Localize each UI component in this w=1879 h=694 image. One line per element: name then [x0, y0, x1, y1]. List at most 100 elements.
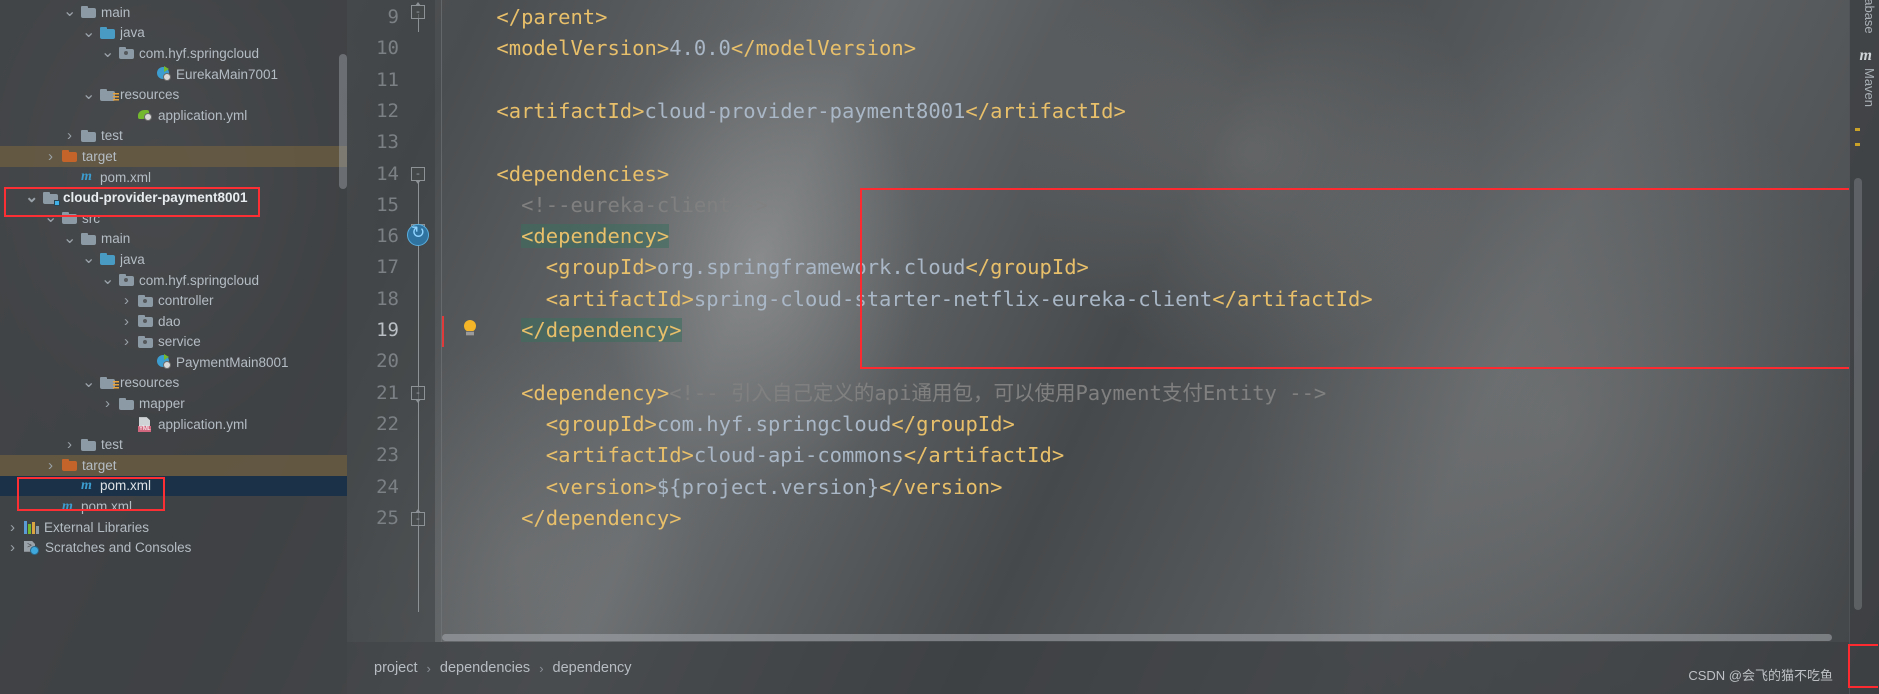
tree-item-com-hyf-springcloud[interactable]: ⌄ com.hyf.springcloud [0, 43, 347, 64]
chevron-right-icon[interactable]: › [44, 149, 57, 164]
tree-item-paymentmain8001[interactable]: PaymentMain8001 [0, 352, 347, 373]
tree-item-resources[interactable]: ⌄ resources [0, 84, 347, 105]
code-line-18[interactable]: 18 <artifactId>spring-cloud-starter-netfl… [347, 284, 1849, 315]
code-line-22[interactable]: 22 <groupId>com.hyf.springcloud</groupId> [347, 409, 1849, 440]
tree-item-scratches-and-consoles[interactable]: › > Scratches and Consoles [0, 537, 347, 558]
tree-item-label: External Libraries [44, 519, 150, 535]
code-line-15[interactable]: 15 <!--eureka-client--> [347, 190, 1849, 221]
chevron-right-icon[interactable]: › [6, 540, 19, 555]
breadcrumb-item-dependency[interactable]: dependency [553, 660, 632, 676]
code-token-tag: <artifactId> [545, 443, 694, 468]
project-tree-scrollbar[interactable] [339, 54, 347, 189]
code-editor[interactable]: - - - - - 9</parent>10<modelVersion>4.0.… [347, 0, 1849, 694]
warning-stripe-1[interactable] [1855, 128, 1860, 131]
tree-item-cloud-provider-payment8001[interactable]: ⌄ cloud-provider-payment8001 [0, 187, 347, 208]
tree-item-application-yml[interactable]: application.yml [0, 105, 347, 126]
chevron-right-icon[interactable]: › [6, 520, 19, 535]
code-token-tag: </parent> [496, 5, 608, 29]
chevron-down-icon[interactable]: ⌄ [44, 210, 57, 226]
chevron-right-icon[interactable]: › [44, 458, 57, 473]
warning-stripe-2[interactable] [1855, 143, 1860, 146]
tree-item-pom-xml[interactable]: m pom.xml [0, 496, 347, 517]
chevron-right-icon[interactable]: › [63, 437, 76, 452]
tree-item-mapper[interactable]: › mapper [0, 393, 347, 414]
chevron-down-icon[interactable]: ⌄ [25, 189, 38, 205]
tree-item-java[interactable]: ⌄ java [0, 23, 347, 44]
code-line-16[interactable]: 16 <dependency> [347, 221, 1849, 252]
tree-item-label: main [101, 231, 131, 247]
code-line-14[interactable]: 14 <dependencies> [347, 159, 1849, 190]
tree-item-label: application.yml [158, 416, 248, 432]
code-token-tag: </artifactId> [965, 98, 1126, 123]
code-line-12[interactable]: 12 <artifactId>cloud-provider-payment8001… [347, 96, 1849, 127]
tree-item-pom-xml[interactable]: m pom.xml [0, 167, 347, 188]
code-line-24[interactable]: 24 <version>${project.version}</version> [347, 472, 1849, 503]
code-line-text: <version>${project.version}</version> [546, 472, 1003, 503]
code-line-23[interactable]: 23 <artifactId>cloud-api-commons</artifac… [347, 440, 1849, 471]
project-tree-panel[interactable]: ⌄ main ⌄ java ⌄ com.hyf.springcloud EurekaMain… [0, 0, 347, 694]
tree-item-service[interactable]: › service [0, 332, 347, 353]
breadcrumb-item-dependencies[interactable]: dependencies [440, 660, 530, 676]
breadcrumb-item-project[interactable]: project [374, 660, 418, 676]
tree-item-target[interactable]: › target [0, 146, 347, 167]
line-number: 12 [376, 99, 399, 122]
code-line-20[interactable]: 20 [347, 346, 1849, 377]
folder-grey-icon [81, 6, 96, 19]
chevron-right-icon[interactable]: › [120, 334, 133, 349]
tree-item-test[interactable]: › test [0, 126, 347, 147]
tree-item-dao[interactable]: › dao [0, 311, 347, 332]
tree-item-src[interactable]: ⌄ src [0, 208, 347, 229]
breadcrumb[interactable]: project › dependencies › dependency [347, 642, 1849, 694]
folder-blue-icon [100, 253, 115, 266]
code-line-10[interactable]: 10 <modelVersion>4.0.0</modelVersion> [347, 33, 1849, 64]
package-folder-icon [119, 274, 134, 287]
line-number: 10 [376, 37, 399, 60]
tree-item-main[interactable]: ⌄ main [0, 229, 347, 250]
tool-window-maven[interactable]: Maven [1862, 68, 1877, 107]
chevron-down-icon[interactable]: ⌄ [101, 272, 114, 288]
code-line-21[interactable]: 21 <dependency><!-- 引入自己定义的api通用包，可以使用Pay… [347, 378, 1849, 409]
code-line-11[interactable]: 11 [347, 65, 1849, 96]
tree-item-eurekamain7001[interactable]: EurekaMain7001 [0, 64, 347, 85]
tree-item-application-yml[interactable]: YML application.yml [0, 414, 347, 435]
line-number: 11 [376, 68, 399, 91]
tree-item-com-hyf-springcloud[interactable]: ⌄ com.hyf.springcloud [0, 270, 347, 291]
resources-folder-icon [100, 376, 119, 390]
editor-vertical-scrollbar[interactable] [1854, 178, 1862, 610]
tree-item-target[interactable]: › target [0, 455, 347, 476]
line-number: 15 [376, 193, 399, 216]
chevron-right-icon[interactable]: › [63, 128, 76, 143]
code-token-val: cloud-provider-payment8001 [644, 98, 966, 123]
editor-horizontal-scrollbar[interactable] [442, 634, 1832, 641]
tree-item-resources[interactable]: ⌄ resources [0, 373, 347, 394]
chevron-down-icon[interactable]: ⌄ [63, 4, 76, 20]
chevron-down-icon[interactable]: ⌄ [82, 86, 95, 102]
chevron-right-icon[interactable]: › [120, 293, 133, 308]
project-tree-rows[interactable]: ⌄ main ⌄ java ⌄ com.hyf.springcloud EurekaMain… [0, 2, 347, 558]
chevron-down-icon[interactable]: ⌄ [63, 230, 76, 246]
chevron-down-icon[interactable]: ⌄ [82, 251, 95, 267]
tool-window-database[interactable]: Database [1862, 0, 1877, 34]
tree-item-main[interactable]: ⌄ main [0, 2, 347, 23]
code-line-25[interactable]: 25 </dependency> [347, 503, 1849, 534]
line-number: 22 [376, 412, 399, 435]
right-tool-strip[interactable]: Database m Maven [1848, 0, 1879, 694]
code-line-19[interactable]: 19 </dependency> [347, 315, 1849, 346]
code-line-17[interactable]: 17 <groupId>org.springframework.cloud</gr… [347, 252, 1849, 283]
chevron-down-icon[interactable]: ⌄ [82, 374, 95, 390]
chevron-down-icon[interactable]: ⌄ [82, 24, 95, 40]
tree-item-controller[interactable]: › controller [0, 290, 347, 311]
chevron-right-icon[interactable]: › [120, 314, 133, 329]
code-line-9[interactable]: 9 </parent> [347, 2, 1849, 33]
chevron-right-icon[interactable]: › [101, 396, 114, 411]
tree-item-external-libraries[interactable]: › External Libraries [0, 517, 347, 538]
tree-item-test[interactable]: › test [0, 434, 347, 455]
line-number: 17 [376, 256, 399, 279]
code-line-text: <groupId>com.hyf.springcloud</groupId> [546, 409, 1015, 440]
tree-item-pom-xml[interactable]: m pom.xml [0, 475, 347, 497]
code-token-tag: <dependency> [521, 380, 670, 405]
tree-item-label: pom.xml [100, 169, 152, 185]
tree-item-java[interactable]: ⌄ java [0, 249, 347, 270]
code-line-13[interactable]: 13 [347, 127, 1849, 158]
chevron-down-icon[interactable]: ⌄ [101, 45, 114, 61]
